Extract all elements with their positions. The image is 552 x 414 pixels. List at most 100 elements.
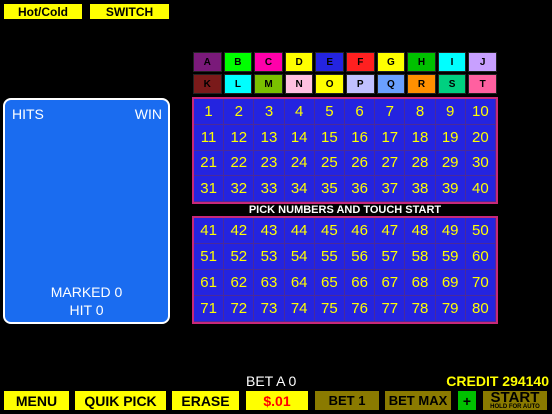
- keno-number-30[interactable]: 30: [465, 150, 496, 177]
- keno-number-62[interactable]: 62: [224, 270, 255, 296]
- switch-button[interactable]: SWITCH: [89, 3, 170, 20]
- keno-number-69[interactable]: 69: [435, 270, 466, 296]
- keno-number-63[interactable]: 63: [254, 270, 285, 296]
- keno-number-24[interactable]: 24: [284, 150, 315, 177]
- keno-number-38[interactable]: 38: [405, 176, 436, 202]
- keno-number-7[interactable]: 7: [375, 99, 406, 125]
- keno-number-78[interactable]: 78: [405, 296, 436, 322]
- keno-number-10[interactable]: 10: [465, 99, 496, 125]
- keno-number-61[interactable]: 61: [194, 270, 225, 296]
- keno-number-32[interactable]: 32: [224, 176, 255, 202]
- keno-number-37[interactable]: 37: [375, 176, 406, 202]
- keno-number-48[interactable]: 48: [405, 218, 436, 244]
- pattern-letter-n[interactable]: N: [284, 74, 314, 94]
- keno-number-64[interactable]: 64: [284, 270, 315, 296]
- keno-number-4[interactable]: 4: [284, 99, 315, 125]
- keno-number-49[interactable]: 49: [435, 218, 466, 244]
- pattern-letter-i[interactable]: I: [437, 52, 467, 72]
- keno-number-15[interactable]: 15: [314, 124, 345, 151]
- keno-number-6[interactable]: 6: [345, 99, 376, 125]
- keno-number-16[interactable]: 16: [345, 124, 376, 151]
- quik-pick-button[interactable]: QUIK PICK: [74, 390, 167, 411]
- keno-number-5[interactable]: 5: [314, 99, 345, 125]
- pattern-letter-s[interactable]: S: [437, 74, 467, 94]
- pattern-letter-h[interactable]: H: [407, 52, 436, 72]
- pattern-letter-g[interactable]: G: [376, 52, 406, 72]
- keno-number-79[interactable]: 79: [435, 296, 466, 322]
- keno-number-55[interactable]: 55: [314, 244, 345, 270]
- keno-number-45[interactable]: 45: [314, 218, 345, 244]
- keno-number-29[interactable]: 29: [435, 150, 466, 177]
- keno-number-20[interactable]: 20: [465, 124, 496, 151]
- pattern-letter-p[interactable]: P: [345, 74, 375, 94]
- keno-number-3[interactable]: 3: [254, 99, 285, 125]
- start-button[interactable]: START HOLD FOR AUTO: [482, 390, 548, 411]
- keno-number-74[interactable]: 74: [284, 296, 315, 322]
- keno-number-40[interactable]: 40: [465, 176, 496, 202]
- keno-number-11[interactable]: 11: [194, 124, 225, 151]
- keno-number-27[interactable]: 27: [375, 150, 406, 177]
- pattern-letter-m[interactable]: M: [254, 74, 283, 94]
- keno-number-33[interactable]: 33: [254, 176, 285, 202]
- keno-number-53[interactable]: 53: [254, 244, 285, 270]
- pattern-letter-t[interactable]: T: [468, 74, 497, 94]
- keno-number-44[interactable]: 44: [284, 218, 315, 244]
- keno-number-66[interactable]: 66: [345, 270, 376, 296]
- keno-number-35[interactable]: 35: [314, 176, 345, 202]
- pattern-letter-a[interactable]: A: [193, 52, 222, 72]
- keno-number-80[interactable]: 80: [465, 296, 496, 322]
- keno-number-21[interactable]: 21: [194, 150, 225, 177]
- pattern-letter-j[interactable]: J: [468, 52, 497, 72]
- keno-number-42[interactable]: 42: [224, 218, 255, 244]
- keno-number-1[interactable]: 1: [194, 99, 225, 125]
- erase-button[interactable]: ERASE: [171, 390, 240, 411]
- keno-number-51[interactable]: 51: [194, 244, 225, 270]
- bet-one-button[interactable]: BET 1: [314, 390, 380, 411]
- keno-number-54[interactable]: 54: [284, 244, 315, 270]
- keno-number-25[interactable]: 25: [314, 150, 345, 177]
- pattern-letter-c[interactable]: C: [254, 52, 283, 72]
- keno-number-76[interactable]: 76: [345, 296, 376, 322]
- keno-number-77[interactable]: 77: [375, 296, 406, 322]
- keno-number-46[interactable]: 46: [345, 218, 376, 244]
- pattern-letter-f[interactable]: F: [345, 52, 375, 72]
- pattern-letter-k[interactable]: K: [193, 74, 222, 94]
- keno-number-70[interactable]: 70: [465, 270, 496, 296]
- keno-number-8[interactable]: 8: [405, 99, 436, 125]
- pattern-letter-e[interactable]: E: [315, 52, 344, 72]
- denomination-button[interactable]: $.01: [245, 390, 309, 411]
- keno-number-9[interactable]: 9: [435, 99, 466, 125]
- keno-number-2[interactable]: 2: [224, 99, 255, 125]
- keno-number-52[interactable]: 52: [224, 244, 255, 270]
- plus-button[interactable]: +: [457, 390, 477, 411]
- keno-number-23[interactable]: 23: [254, 150, 285, 177]
- keno-number-13[interactable]: 13: [254, 124, 285, 151]
- keno-number-67[interactable]: 67: [375, 270, 406, 296]
- keno-number-28[interactable]: 28: [405, 150, 436, 177]
- hot-cold-button[interactable]: Hot/Cold: [3, 3, 83, 20]
- keno-number-12[interactable]: 12: [224, 124, 255, 151]
- keno-number-71[interactable]: 71: [194, 296, 225, 322]
- keno-number-75[interactable]: 75: [314, 296, 345, 322]
- keno-number-34[interactable]: 34: [284, 176, 315, 202]
- menu-button[interactable]: MENU: [3, 390, 70, 411]
- keno-number-41[interactable]: 41: [194, 218, 225, 244]
- keno-number-43[interactable]: 43: [254, 218, 285, 244]
- keno-number-19[interactable]: 19: [435, 124, 466, 151]
- pattern-letter-r[interactable]: R: [407, 74, 436, 94]
- keno-number-22[interactable]: 22: [224, 150, 255, 177]
- keno-number-65[interactable]: 65: [314, 270, 345, 296]
- keno-number-72[interactable]: 72: [224, 296, 255, 322]
- keno-number-17[interactable]: 17: [375, 124, 406, 151]
- keno-number-39[interactable]: 39: [435, 176, 466, 202]
- keno-number-18[interactable]: 18: [405, 124, 436, 151]
- keno-number-60[interactable]: 60: [465, 244, 496, 270]
- bet-max-button[interactable]: BET MAX: [384, 390, 452, 411]
- keno-number-57[interactable]: 57: [375, 244, 406, 270]
- keno-number-68[interactable]: 68: [405, 270, 436, 296]
- pattern-letter-q[interactable]: Q: [376, 74, 406, 94]
- pattern-letter-d[interactable]: D: [284, 52, 314, 72]
- keno-number-59[interactable]: 59: [435, 244, 466, 270]
- keno-number-58[interactable]: 58: [405, 244, 436, 270]
- keno-number-47[interactable]: 47: [375, 218, 406, 244]
